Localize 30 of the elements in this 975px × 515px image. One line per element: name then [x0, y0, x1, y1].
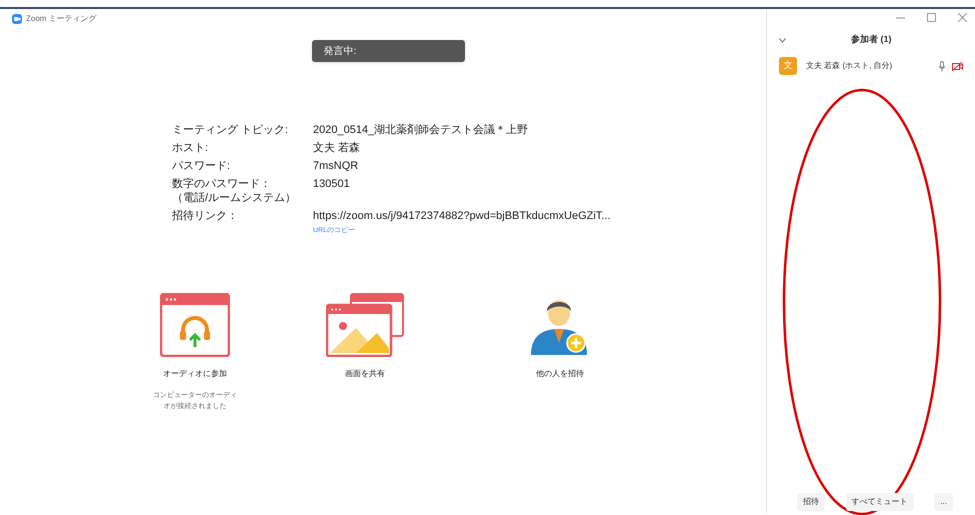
audio-button[interactable]: オーディオに参加 — [163, 368, 227, 380]
info-value: 文夫 若森 — [313, 141, 362, 155]
image-windows-icon[interactable] — [326, 292, 404, 356]
microphone-icon[interactable] — [939, 60, 945, 72]
participant-name: 文夫 若森 (ホスト, 自分) — [806, 60, 894, 72]
speaking-tooltip: 発言中: — [312, 40, 464, 62]
share-button[interactable]: 画面を共有 — [345, 368, 385, 380]
info-label: 招待リンク： — [172, 209, 238, 223]
info-label: （電話/ルームシステム） — [172, 191, 296, 205]
close-icon[interactable] — [958, 13, 967, 22]
collapse-chevron-icon[interactable] — [779, 38, 786, 42]
mute-all-button[interactable]: すべてミュート — [846, 493, 914, 511]
info-value: 2020_0514_湖北薬剤師会テスト会議＊上野 — [313, 123, 530, 137]
info-value: 7msNQR — [313, 159, 360, 173]
maximize-icon[interactable] — [927, 13, 936, 22]
app-logo-icon — [12, 14, 22, 24]
more-button[interactable]: ... — [934, 493, 953, 511]
headphones-window-icon[interactable] — [160, 292, 230, 356]
panel-title: 参加者 (1) — [851, 33, 892, 46]
info-label: パスワード: — [172, 159, 230, 173]
camera-off-icon[interactable] — [952, 62, 963, 70]
avatar: 文 — [779, 57, 797, 75]
info-value: https://zoom.us/j/94172374882?pwd=bjBBTkducmxUeGZiT... — [313, 209, 612, 223]
info-label: ホスト: — [172, 141, 208, 155]
info-value: 130501 — [313, 177, 351, 191]
window-title: Zoom ミーティング — [26, 13, 97, 25]
invite-button[interactable]: 招待 — [797, 493, 825, 511]
info-label: 数字のパスワード： — [172, 177, 271, 191]
info-label: ミーティング トピック: — [172, 123, 288, 137]
invite-button[interactable]: 他の人を招待 — [536, 368, 584, 380]
